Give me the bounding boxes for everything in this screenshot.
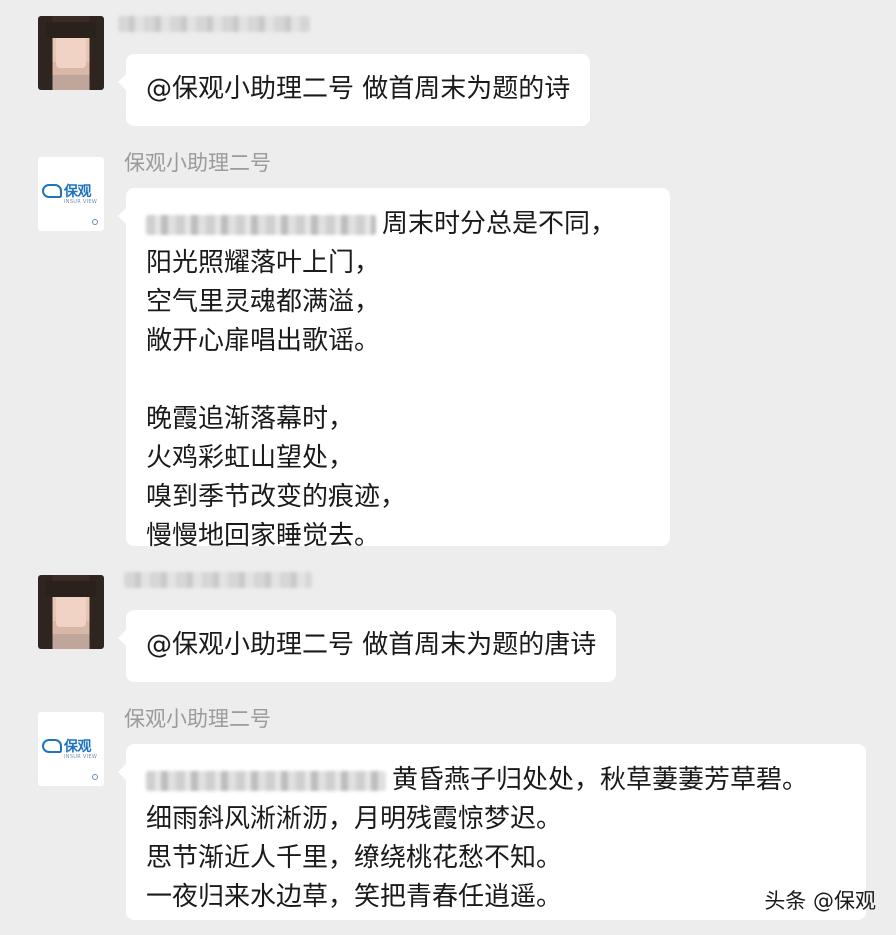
message-bubble[interactable]: 周末时分总是不同， 阳光照耀落叶上门， 空气里灵魂都满溢， 敞开心扉唱出歌谣。 … <box>118 188 670 551</box>
cloud-icon <box>42 739 62 753</box>
sender-name-blurred <box>124 572 312 588</box>
bot-avatar[interactable]: 保观 INSUR VIEW <box>38 712 104 786</box>
message-line: 阳光照耀落叶上门， <box>146 248 381 278</box>
cloud-icon <box>42 184 62 198</box>
message-line: 火鸡彩虹山望处， <box>146 443 355 473</box>
sender-name: 保观小助理二号 <box>124 151 271 175</box>
message-line: 空气里灵魂都满溢， <box>146 287 381 317</box>
bot-logo-text: 保观 <box>64 184 92 200</box>
message-line: 慢慢地回家睡觉去。 <box>146 521 381 551</box>
message-bubble[interactable]: @保观小助理二号 做首周末为题的诗 <box>117 54 591 126</box>
registered-icon <box>92 774 98 780</box>
bot-avatar[interactable]: 保观 INSUR VIEW <box>38 157 104 231</box>
mention-blurred <box>146 214 376 235</box>
bot-logo-subtext: INSUR VIEW <box>64 199 98 205</box>
user-avatar[interactable] <box>38 16 104 90</box>
stanza-break <box>146 361 650 400</box>
sender-name: 保观小助理二号 <box>124 707 271 731</box>
message-line: 黄昏燕子归处处，秋草萋萋芳草碧。 <box>146 761 846 800</box>
message-line: 晚霞追渐落幕时， <box>146 404 355 434</box>
bot-logo-text: 保观 <box>64 739 92 755</box>
sender-name-blurred <box>118 16 310 32</box>
message-line: 思节渐近人千里，缭绕桃花愁不知。 <box>146 843 563 873</box>
message-line: 嗅到季节改变的痕迹， <box>146 482 407 512</box>
message-line: 一夜归来水边草，笑把青春任逍遥。 <box>146 882 563 912</box>
watermark: 头条 @保观 <box>764 889 876 913</box>
bot-logo-subtext: INSUR VIEW <box>64 754 98 760</box>
message-bubble[interactable]: @保观小助理二号 做首周末为题的唐诗 <box>117 610 617 682</box>
bot-logo: 保观 <box>42 181 92 201</box>
user-avatar[interactable] <box>38 575 104 649</box>
message-line: 敞开心扉唱出歌谣。 <box>146 326 381 356</box>
mention-blurred <box>146 770 386 791</box>
message-text: @保观小助理二号 做首周末为题的诗 <box>146 74 571 104</box>
message-text: @保观小助理二号 做首周末为题的唐诗 <box>146 630 597 660</box>
bot-logo: 保观 <box>42 736 92 756</box>
registered-icon <box>92 219 98 225</box>
message-bubble[interactable]: 黄昏燕子归处处，秋草萋萋芳草碧。 细雨斜风淅淅沥，月明残霞惊梦迟。 思节渐近人千… <box>118 744 866 920</box>
message-line: 细雨斜风淅淅沥，月明残霞惊梦迟。 <box>146 804 563 834</box>
message-line: 周末时分总是不同， <box>146 205 650 244</box>
